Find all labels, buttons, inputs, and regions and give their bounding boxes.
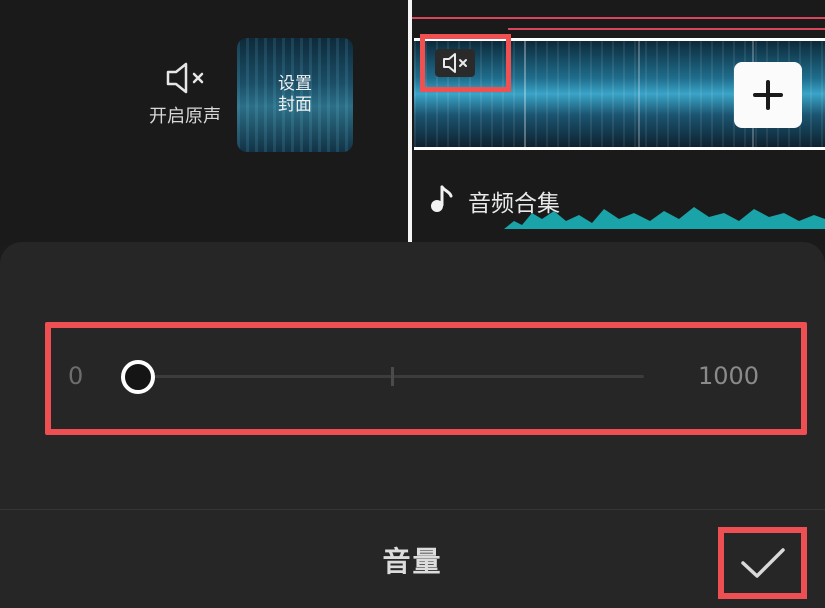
- volume-slider-highlight: [45, 322, 807, 435]
- enable-original-audio-label: 开启原声: [149, 106, 221, 127]
- speaker-mute-icon: [166, 62, 204, 94]
- volume-max-label: 1000: [698, 362, 760, 390]
- volume-min-label: 0: [68, 362, 84, 390]
- clip-mute-toggle[interactable]: [420, 34, 511, 92]
- editor-timeline: 开启原声 设置 封面 音频合集: [0, 0, 825, 245]
- volume-slider-mid-tick: [391, 367, 394, 386]
- sheet-title: 音量: [382, 545, 443, 578]
- plus-icon: [753, 80, 783, 110]
- audio-waveform: [414, 207, 825, 229]
- confirm-button[interactable]: [718, 527, 807, 599]
- top-track-lines: [412, 0, 825, 36]
- left-tools: 开启原声 设置 封面: [0, 0, 410, 245]
- checkmark-icon: [740, 548, 785, 578]
- clip-mute-icon: [443, 53, 467, 73]
- enable-original-audio-button[interactable]: 开启原声: [140, 60, 230, 128]
- set-cover-button[interactable]: 设置 封面: [237, 38, 353, 152]
- volume-slider-knob[interactable]: [121, 360, 155, 394]
- add-clip-button[interactable]: [734, 62, 802, 128]
- set-cover-label: 设置 封面: [278, 74, 312, 115]
- playhead[interactable]: [408, 0, 412, 245]
- audio-track[interactable]: 音频合集: [414, 170, 825, 245]
- sheet-divider: [0, 509, 825, 510]
